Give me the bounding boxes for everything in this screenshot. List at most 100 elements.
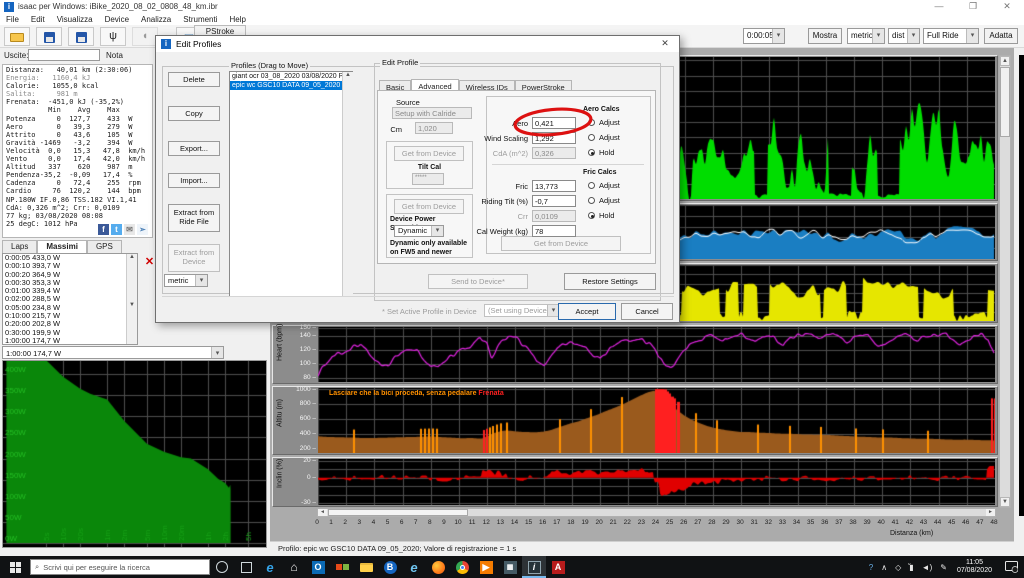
notification-center-icon[interactable] (998, 556, 1024, 578)
fric-field[interactable]: 13,773 (532, 180, 576, 192)
share-icon[interactable]: ➢ (137, 224, 148, 235)
units-select[interactable]: metric▾ (847, 28, 885, 44)
scroll-down-icon[interactable]: ▼ (1000, 497, 1010, 507)
acrobat-icon[interactable]: A (546, 556, 570, 578)
task-view-icon[interactable] (234, 556, 258, 578)
menu-device[interactable]: Device (99, 14, 135, 25)
accept-button[interactable]: Accept (558, 303, 616, 320)
tab-massimi[interactable]: Massimi (37, 240, 87, 253)
isaac-icon[interactable]: i (522, 556, 546, 578)
facebook-icon[interactable]: f (98, 224, 109, 235)
dialog-button-copy[interactable]: Copy (168, 106, 220, 121)
tab-gps[interactable]: GPS (87, 240, 122, 253)
taskbar-search-input[interactable]: ⌕ Scrivi qui per eseguire la ricerca (30, 559, 210, 575)
twitter-icon[interactable]: t (111, 224, 122, 235)
restore-settings-button[interactable]: Restore Settings (564, 273, 656, 290)
radio-adjust[interactable] (588, 197, 595, 204)
profile-item[interactable]: giant ocr 03_08_2020 03/08/2020 Prof# 3 (230, 72, 352, 81)
cal-weight-kg--field[interactable]: 78 (532, 225, 576, 237)
dialog-button-delete[interactable]: Delete (168, 72, 220, 87)
menu-edit[interactable]: Edit (25, 14, 51, 25)
menu-strumenti[interactable]: Strumenti (177, 14, 223, 25)
hscroll-thumb[interactable] (328, 509, 468, 516)
profiles-list[interactable]: giant ocr 03_08_2020 03/08/2020 Prof# 3e… (229, 71, 353, 297)
app-b-icon[interactable]: B (378, 556, 402, 578)
menu-help[interactable]: Help (224, 14, 252, 25)
network-icon[interactable]: ﬞ▮ (905, 563, 917, 572)
radio-hold[interactable] (588, 212, 595, 219)
horizontal-scrollbar[interactable]: ◄ ► (317, 508, 996, 517)
app-orange-icon[interactable]: ▶ (474, 556, 498, 578)
range-select[interactable]: Full Ride▾ (923, 28, 979, 44)
firefox-icon[interactable] (426, 556, 450, 578)
pen-icon[interactable]: ✎ (936, 563, 951, 572)
close-button[interactable]: ✕ (990, 0, 1024, 13)
outlook-icon[interactable]: O (306, 556, 330, 578)
chevron-up-icon[interactable]: ∧ (877, 563, 891, 572)
adatta-button[interactable]: Adatta (984, 28, 1018, 44)
scroll-left-icon[interactable]: ◄ (318, 509, 327, 516)
mostra-button[interactable]: Mostra (808, 28, 842, 44)
maximal-row[interactable]: 1:00:00 174,7 W (3, 337, 137, 345)
dialog-units-select[interactable]: metric▾ (164, 274, 208, 287)
tilt-cal-field[interactable]: ***** (412, 173, 444, 185)
source-field[interactable]: Setup with Calride (392, 107, 472, 119)
dropbox-icon[interactable]: ◇ (891, 563, 905, 572)
scroll-up-icon[interactable]: ▲ (1000, 56, 1010, 66)
dialog-button-extract-from-ride-file[interactable]: Extract from Ride File (168, 204, 220, 232)
radio-hold[interactable] (588, 149, 595, 156)
menu-analizza[interactable]: Analizza (135, 14, 177, 25)
set-using-device-select[interactable]: (Set using Device)▾ (484, 304, 560, 317)
uscite-input[interactable] (28, 49, 100, 61)
maximal-select[interactable]: 1:00:00 174,7 W▾ (2, 346, 224, 359)
profiles-scrollbar[interactable]: ▲ (342, 72, 353, 296)
cancel-button[interactable]: Cancel (621, 303, 673, 320)
maximals-scrollbar[interactable]: ▲▼ (126, 254, 137, 344)
chrome-icon[interactable] (450, 556, 474, 578)
xmode-select[interactable]: dist▾ (888, 28, 920, 44)
crr-field[interactable]: 0,0109 (532, 210, 576, 222)
riding-tilt--field[interactable]: -0,7 (532, 195, 576, 207)
help-icon[interactable]: ? (865, 563, 877, 572)
get-from-device-button-3[interactable]: Get from Device (501, 236, 621, 251)
tab-laps[interactable]: Laps (2, 240, 37, 253)
store-icon[interactable] (330, 556, 354, 578)
save-as-button[interactable] (68, 27, 94, 46)
volume-icon[interactable]: ◄) (918, 563, 937, 572)
vscroll-thumb[interactable] (1000, 67, 1010, 137)
cda-m--field[interactable]: 0,326 (532, 147, 576, 159)
radio-adjust[interactable] (588, 119, 595, 126)
send-to-device-button[interactable]: Send to Device* (428, 274, 528, 289)
dps-select[interactable]: Dynamic▾ (394, 225, 444, 237)
internet-explorer-icon[interactable]: e (402, 556, 426, 578)
aero-field[interactable]: 0,421 (532, 117, 576, 129)
cortana-icon[interactable] (210, 556, 234, 578)
save-button[interactable] (36, 27, 62, 46)
incline-chart[interactable] (318, 459, 995, 505)
maximize-button[interactable]: ❐ (956, 0, 990, 13)
menu-visualizza[interactable]: Visualizza (51, 14, 99, 25)
radio-adjust[interactable] (588, 134, 595, 141)
altitude-chart[interactable] (318, 388, 995, 453)
dialog-titlebar[interactable]: i Edit Profiles ✕ (156, 36, 679, 52)
taskbar-clock[interactable]: 11:0507/08/2020 (951, 559, 998, 575)
wind-scaling-field[interactable]: 1,292 (532, 132, 576, 144)
scroll-right-icon[interactable]: ► (986, 509, 995, 516)
dialog-button-import-[interactable]: Import... (168, 173, 220, 188)
start-button[interactable] (0, 556, 30, 578)
menu-file[interactable]: File (0, 14, 25, 25)
dialog-button-extract-from-device[interactable]: Extract from Device (168, 244, 220, 272)
radio-adjust[interactable] (588, 182, 595, 189)
minimize-button[interactable]: — (922, 0, 956, 13)
edge-icon[interactable]: e (258, 556, 282, 578)
open-file-button[interactable] (4, 27, 30, 46)
calculator-icon[interactable]: ▦ (498, 556, 522, 578)
nota-label[interactable]: Nota (106, 51, 123, 60)
dialog-close-icon[interactable]: ✕ (657, 38, 673, 49)
dialog-button-export-[interactable]: Export... (168, 141, 220, 156)
email-icon[interactable]: ✉ (124, 224, 135, 235)
file-explorer-icon[interactable] (354, 556, 378, 578)
interval-select[interactable]: 0:00:05▾ (743, 28, 785, 44)
profile-item[interactable]: epic wc GSC10 DATA 09_05_2020 (230, 81, 352, 90)
maximals-list[interactable]: 0:00:05 433,0 W0:00:10 393,7 W0:00:20 36… (2, 253, 138, 345)
